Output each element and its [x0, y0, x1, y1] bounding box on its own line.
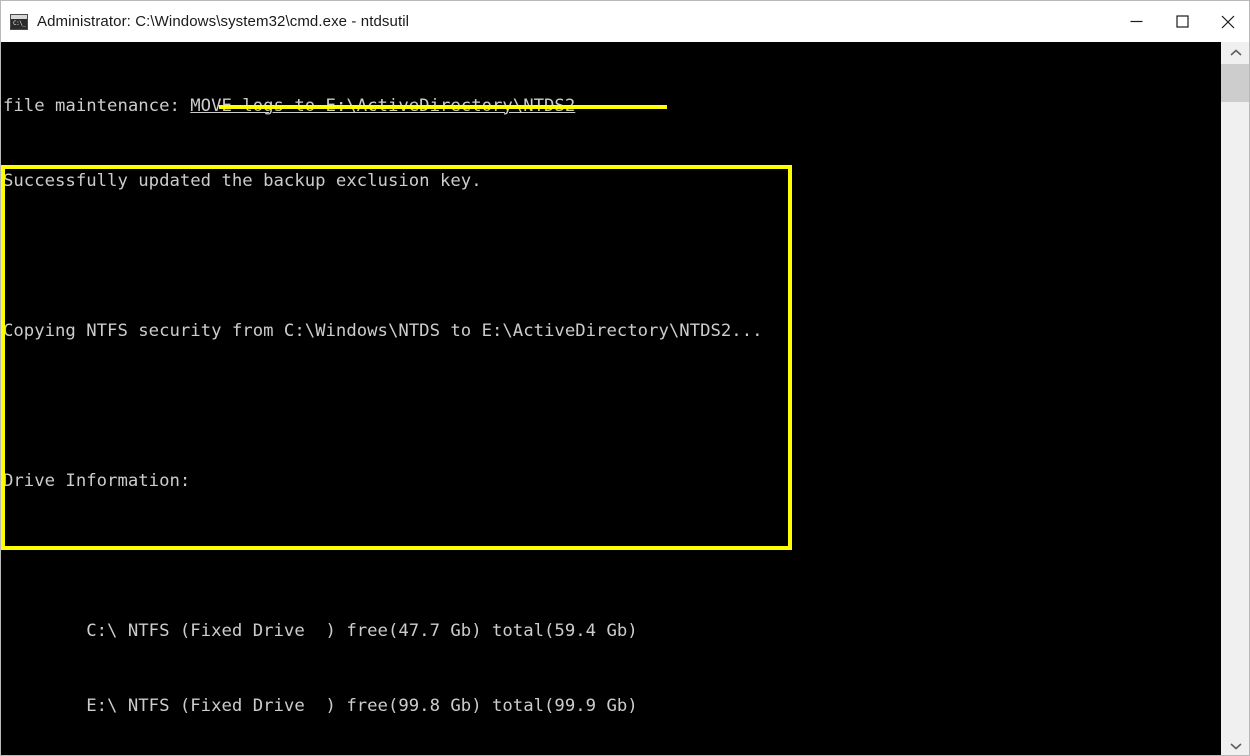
minimize-icon — [1130, 20, 1142, 23]
icon-title-strip — [11, 14, 27, 19]
terminal-line-status-backup-key: Successfully updated the backup exclusio… — [3, 171, 482, 191]
maximize-button[interactable] — [1159, 1, 1205, 42]
terminal-line-status-copying-security: Copying NTFS security from C:\Windows\NT… — [3, 321, 763, 341]
chevron-up-icon — [1230, 49, 1242, 56]
scroll-down-button[interactable] — [1221, 735, 1249, 755]
chevron-down-icon — [1230, 743, 1242, 750]
terminal-line-blank-1 — [3, 244, 763, 269]
window-title: Administrator: C:\Windows\system32\cmd.e… — [37, 13, 410, 30]
vertical-scrollbar[interactable] — [1221, 42, 1249, 755]
minimize-button[interactable] — [1113, 1, 1159, 42]
terminal-line-blank-2 — [3, 394, 763, 419]
terminal-line-drive-e: E:\ NTFS (Fixed Drive ) free(99.8 Gb) to… — [3, 696, 638, 716]
terminal-line-drive-info-header: Drive Information: — [3, 471, 191, 491]
terminal-line-drive-c: C:\ NTFS (Fixed Drive ) free(47.7 Gb) to… — [3, 621, 638, 641]
terminal-text: file maintenance: MOVE logs to E:\Active… — [3, 44, 763, 755]
close-button[interactable] — [1205, 1, 1249, 42]
cmd-window: C:\_ Administrator: C:\Windows\system32\… — [0, 0, 1250, 756]
close-icon — [1221, 15, 1235, 28]
annotation-underline-command — [219, 105, 667, 109]
cmd-console-icon: C:\_ — [10, 13, 28, 30]
scroll-thumb[interactable] — [1221, 64, 1249, 102]
window-titlebar[interactable]: C:\_ Administrator: C:\Windows\system32\… — [1, 1, 1249, 42]
scroll-up-button[interactable] — [1221, 42, 1249, 64]
terminal-line-blank-3 — [3, 544, 763, 569]
maximize-icon — [1175, 15, 1189, 28]
window-controls — [1113, 1, 1249, 42]
console-output-area[interactable]: file maintenance: MOVE logs to E:\Active… — [1, 42, 1249, 755]
prompt-label: file maintenance: — [3, 96, 191, 116]
icon-prompt-text: C:\_ — [13, 19, 26, 27]
